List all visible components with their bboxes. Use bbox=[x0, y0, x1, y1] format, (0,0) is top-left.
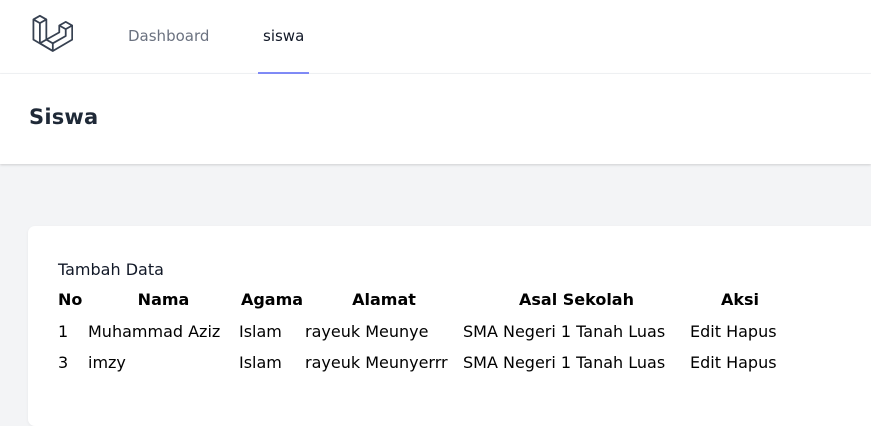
cell-alamat: rayeuk Meunye bbox=[305, 322, 429, 341]
column-header-nama: Nama bbox=[137, 290, 190, 309]
edit-link[interactable]: Edit bbox=[690, 322, 721, 341]
laravel-logo-icon[interactable] bbox=[31, 13, 73, 55]
cell-agama: Islam bbox=[239, 353, 282, 372]
cell-aksi: Edit Hapus bbox=[690, 316, 790, 347]
column-header-no: No bbox=[58, 290, 83, 309]
top-navigation: Dashboard siswa bbox=[0, 0, 871, 74]
column-header-aksi: Aksi bbox=[720, 290, 760, 309]
column-header-asal-sekolah: Asal Sekolah bbox=[518, 290, 634, 309]
nav-link-dashboard[interactable]: Dashboard bbox=[128, 0, 209, 74]
students-table: No Nama Agama Alamat Asal Sekolah Aksi 1… bbox=[58, 288, 790, 378]
cell-nama: imzy bbox=[88, 353, 126, 372]
nav-link-siswa[interactable]: siswa bbox=[258, 0, 310, 74]
edit-link[interactable]: Edit bbox=[690, 353, 721, 372]
cell-asal-sekolah: SMA Negeri 1 Tanah Luas bbox=[463, 353, 666, 372]
page-title: Siswa bbox=[29, 105, 99, 129]
column-header-agama: Agama bbox=[240, 290, 304, 309]
cell-alamat: rayeuk Meunyerrr bbox=[305, 353, 448, 372]
delete-link[interactable]: Hapus bbox=[726, 353, 776, 372]
table-row: 3 imzy Islam rayeuk Meunyerrr SMA Negeri… bbox=[58, 347, 790, 378]
cell-no: 3 bbox=[58, 353, 69, 372]
cell-asal-sekolah: SMA Negeri 1 Tanah Luas bbox=[463, 322, 666, 341]
delete-link[interactable]: Hapus bbox=[726, 322, 776, 341]
cell-nama: Muhammad Aziz bbox=[88, 322, 221, 341]
add-data-link[interactable]: Tambah Data bbox=[58, 260, 164, 279]
content-card: Tambah Data No Nama Agama Alamat Asal Se… bbox=[28, 226, 871, 426]
page-header: Siswa bbox=[0, 74, 871, 164]
table-row: 1 Muhammad Aziz Islam rayeuk Meunye SMA … bbox=[58, 316, 790, 347]
table-header-row: No Nama Agama Alamat Asal Sekolah Aksi bbox=[58, 288, 790, 316]
cell-agama: Islam bbox=[239, 322, 282, 341]
cell-aksi: Edit Hapus bbox=[690, 347, 790, 378]
column-header-alamat: Alamat bbox=[352, 290, 416, 309]
cell-no: 1 bbox=[58, 322, 69, 341]
